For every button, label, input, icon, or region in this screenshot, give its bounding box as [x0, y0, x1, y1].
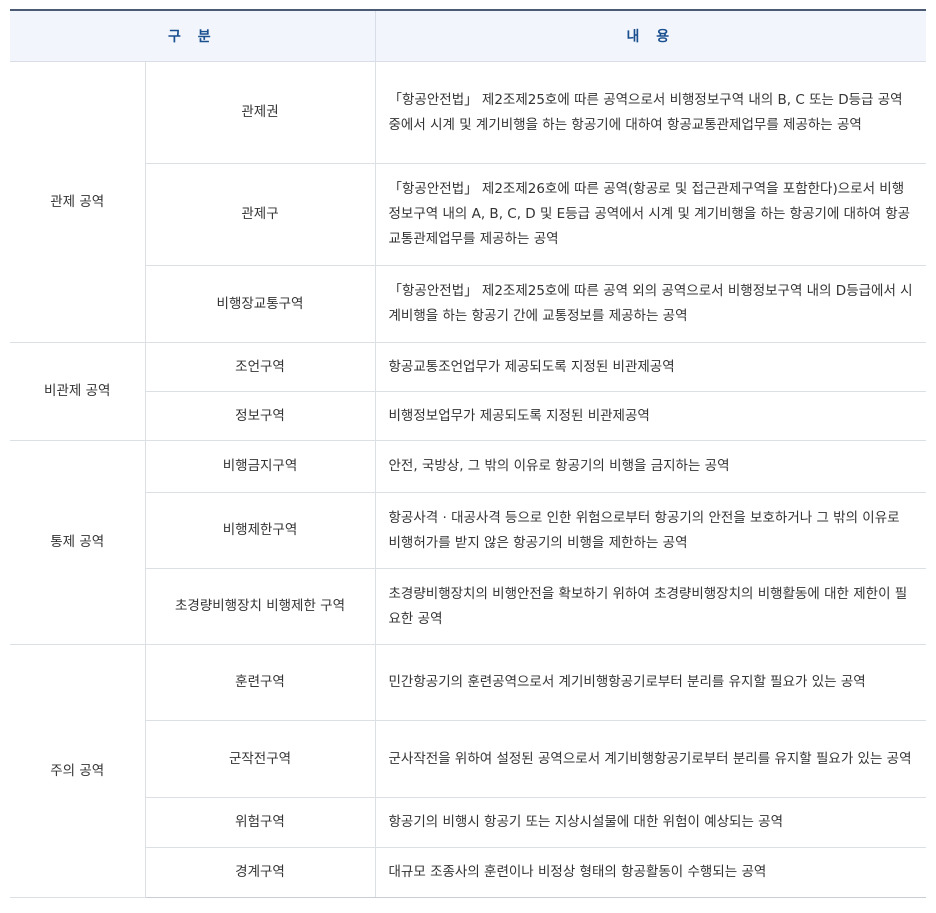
- airspace-table-container: 구 분 내 용 관제 공역 관제권 「항공안전법」 제2조제25호에 따른 공역…: [0, 0, 936, 898]
- subcategory-cell: 비행장교통구역: [145, 265, 376, 343]
- description-cell: 항공교통조언업무가 제공되도록 지정된 비관제공역: [375, 342, 927, 392]
- description-cell: 비행정보업무가 제공되도록 지정된 비관제공역: [375, 391, 927, 441]
- subcategory-cell: 조언구역: [145, 342, 376, 392]
- description-cell: 초경량비행장치의 비행안전을 확보하기 위하여 초경량비행장치의 비행활동에 대…: [375, 568, 927, 645]
- table-row: 초경량비행장치 비행제한 구역 초경량비행장치의 비행안전을 확보하기 위하여 …: [10, 568, 927, 645]
- table-row: 정보구역 비행정보업무가 제공되도록 지정된 비관제공역: [10, 391, 927, 441]
- subcategory-cell: 관제권: [145, 61, 376, 164]
- table-row: 관제 공역 관제권 「항공안전법」 제2조제25호에 따른 공역으로서 비행정보…: [10, 61, 927, 343]
- category-cell: 비관제 공역: [10, 342, 146, 441]
- table-row: 위험구역 항공기의 비행시 항공기 또는 지상시설물에 대한 위험이 예상되는 …: [10, 797, 927, 848]
- description-cell: 항공사격 · 대공사격 등으로 인한 위험으로부터 항공기의 안전을 보호하거나…: [375, 492, 927, 569]
- subcategory-cell: 초경량비행장치 비행제한 구역: [145, 568, 376, 645]
- subcategory-cell: 정보구역: [145, 391, 376, 441]
- category-cell: 관제 공역: [10, 61, 146, 343]
- description-cell: 「항공안전법」 제2조제26호에 따른 공역(항공로 및 접근관제구역을 포함한…: [375, 163, 927, 266]
- table-row: 주의 공역 훈련구역 민간항공기의 훈련공역으로서 계기비행항공기로부터 분리를…: [10, 644, 927, 898]
- subcategory-cell: 훈련구역: [145, 644, 376, 721]
- table-row: 비관제 공역 조언구역 항공교통조언업무가 제공되도록 지정된 비관제공역: [10, 342, 927, 441]
- description-cell: 「항공안전법」 제2조제25호에 따른 공역으로서 비행정보구역 내의 B, C…: [375, 61, 927, 164]
- subcategory-cell: 경계구역: [145, 847, 376, 898]
- airspace-classification-table: 구 분 내 용 관제 공역 관제권 「항공안전법」 제2조제25호에 따른 공역…: [10, 9, 927, 898]
- table-row: 비행장교통구역 「항공안전법」 제2조제25호에 따른 공역 외의 공역으로서 …: [10, 265, 927, 343]
- header-classification: 구 분: [10, 9, 376, 62]
- table-row: 군작전구역 군사작전을 위하여 설정된 공역으로서 계기비행항공기로부터 분리를…: [10, 720, 927, 798]
- subcategory-cell: 위험구역: [145, 797, 376, 848]
- description-cell: 대규모 조종사의 훈련이나 비정상 형태의 항공활동이 수행되는 공역: [375, 847, 927, 898]
- description-cell: 안전, 국방상, 그 밖의 이유로 항공기의 비행을 금지하는 공역: [375, 440, 927, 493]
- table-row: 관제구 「항공안전법」 제2조제26호에 따른 공역(항공로 및 접근관제구역을…: [10, 163, 927, 266]
- subcategory-cell: 비행제한구역: [145, 492, 376, 569]
- table-row: 경계구역 대규모 조종사의 훈련이나 비정상 형태의 항공활동이 수행되는 공역: [10, 847, 927, 898]
- description-cell: 민간항공기의 훈련공역으로서 계기비행항공기로부터 분리를 유지할 필요가 있는…: [375, 644, 927, 721]
- category-cell: 주의 공역: [10, 644, 146, 898]
- table-header-row: 구 분 내 용: [10, 9, 927, 62]
- description-cell: 군사작전을 위하여 설정된 공역으로서 계기비행항공기로부터 분리를 유지할 필…: [375, 720, 927, 798]
- description-cell: 「항공안전법」 제2조제25호에 따른 공역 외의 공역으로서 비행정보구역 내…: [375, 265, 927, 343]
- subcategory-cell: 관제구: [145, 163, 376, 266]
- description-cell: 항공기의 비행시 항공기 또는 지상시설물에 대한 위험이 예상되는 공역: [375, 797, 927, 848]
- header-content: 내 용: [375, 9, 927, 62]
- subcategory-cell: 군작전구역: [145, 720, 376, 798]
- table-row: 비행제한구역 항공사격 · 대공사격 등으로 인한 위험으로부터 항공기의 안전…: [10, 492, 927, 569]
- subcategory-cell: 비행금지구역: [145, 440, 376, 493]
- category-cell: 통제 공역: [10, 440, 146, 645]
- table-row: 통제 공역 비행금지구역 안전, 국방상, 그 밖의 이유로 항공기의 비행을 …: [10, 440, 927, 645]
